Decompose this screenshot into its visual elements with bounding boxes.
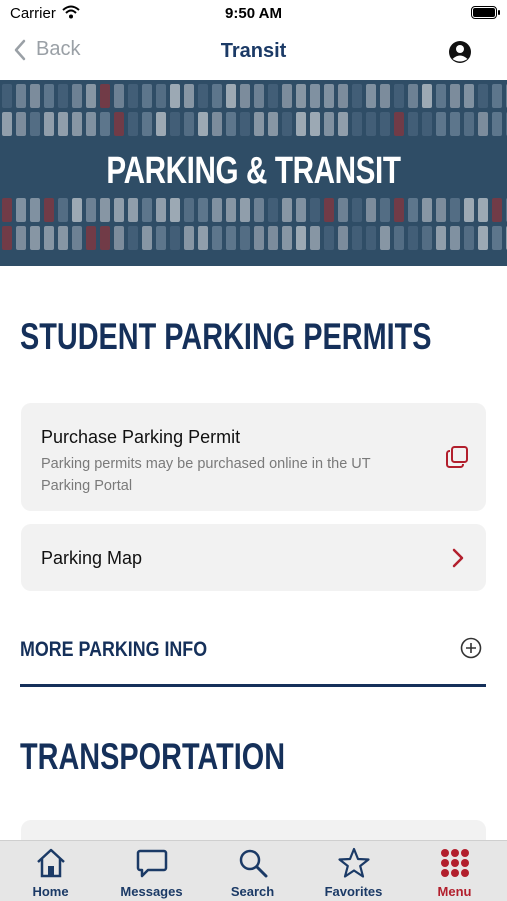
battery-icon bbox=[471, 6, 500, 19]
tab-menu[interactable]: Menu bbox=[404, 841, 505, 901]
star-icon bbox=[337, 847, 370, 878]
parking-map-card[interactable]: Parking Map bbox=[21, 524, 486, 591]
tab-bar: Home Messages Search Favorites Menu bbox=[0, 840, 507, 901]
section-title-transportation: TRANSPORTATION bbox=[20, 736, 286, 777]
card-title: Purchase Parking Permit bbox=[41, 427, 241, 447]
tab-home[interactable]: Home bbox=[0, 841, 101, 901]
home-icon bbox=[36, 848, 65, 878]
status-time: 9:50 AM bbox=[225, 5, 282, 22]
navigation-bar: Back Transit bbox=[0, 28, 507, 78]
purchase-parking-permit-card[interactable]: Purchase Parking Permit Parking permits … bbox=[21, 403, 486, 511]
tab-label: Menu bbox=[437, 884, 472, 899]
section-title-student-parking: STUDENT PARKING PERMITS bbox=[20, 316, 432, 357]
search-icon bbox=[239, 849, 267, 878]
more-parking-info-label: MORE PARKING INFO bbox=[20, 638, 208, 661]
hero-banner: PARKING & TRANSIT bbox=[0, 80, 507, 266]
card-title: Parking Map bbox=[41, 548, 143, 568]
card-description: Parking permits may be purchased online … bbox=[41, 456, 371, 494]
message-icon bbox=[136, 849, 167, 878]
tab-messages[interactable]: Messages bbox=[101, 841, 202, 901]
chevron-right-icon bbox=[452, 548, 464, 568]
plus-circle-icon bbox=[460, 637, 482, 659]
status-bar: Carrier 9:50 AM bbox=[0, 0, 507, 28]
tab-label: Search bbox=[230, 884, 275, 899]
grid-icon bbox=[440, 849, 469, 877]
tab-favorites[interactable]: Favorites bbox=[303, 841, 404, 901]
tab-label: Messages bbox=[120, 884, 183, 899]
tab-label: Favorites bbox=[324, 884, 383, 899]
more-parking-info-toggle[interactable]: MORE PARKING INFO bbox=[20, 634, 486, 687]
profile-icon[interactable] bbox=[448, 40, 472, 69]
external-copy-icon bbox=[446, 446, 468, 468]
tab-search[interactable]: Search bbox=[202, 841, 303, 901]
tab-label: Home bbox=[32, 884, 69, 899]
hero-title: PARKING & TRANSIT bbox=[106, 150, 401, 192]
page-title: Transit bbox=[220, 40, 287, 62]
